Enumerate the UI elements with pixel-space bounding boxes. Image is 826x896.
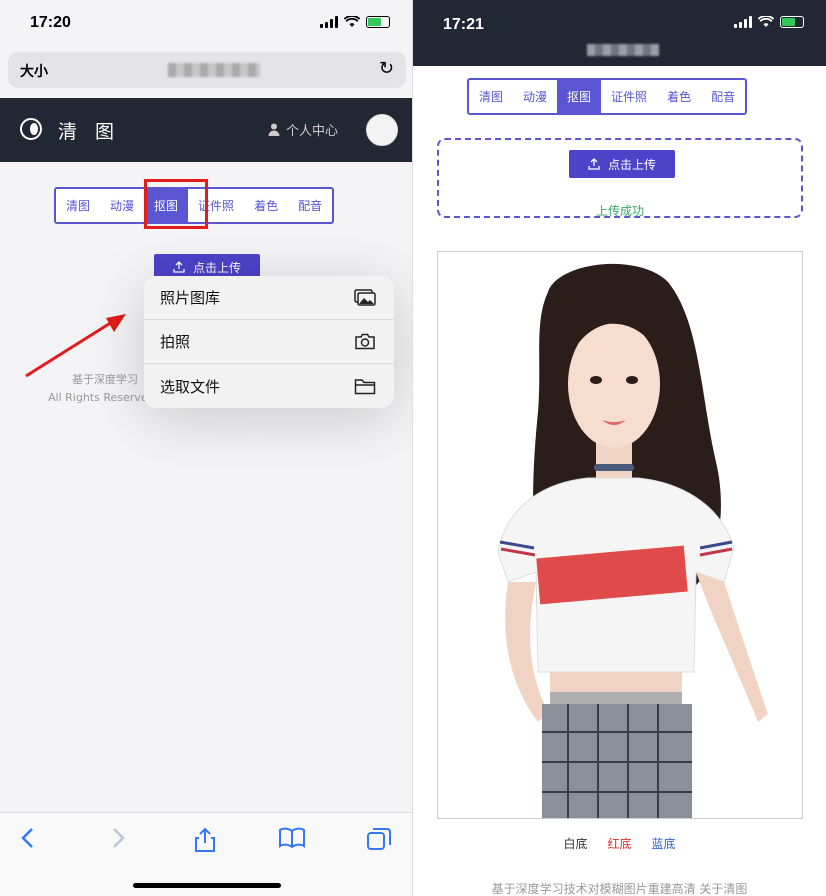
annotation-highlight-box: [144, 179, 208, 229]
site-brand[interactable]: 清 图: [58, 117, 120, 144]
wifi-icon: [758, 16, 774, 27]
bg-option-blue[interactable]: 蓝底: [652, 835, 676, 852]
battery-icon: [366, 16, 390, 28]
user-center-label: 个人中心: [286, 124, 339, 139]
menu-item-label: 拍照: [160, 333, 191, 351]
site-header: 清 图 个人中心: [0, 98, 412, 162]
upload-success-text: 上传成功: [595, 204, 644, 218]
tab-qingtu[interactable]: 清图: [469, 80, 513, 113]
status-time: 17:20: [30, 14, 71, 31]
tab-id-photo[interactable]: 证件照: [601, 80, 657, 113]
upload-label: 点击上传: [607, 157, 656, 172]
url-text-blurred: [168, 63, 260, 77]
upload-icon: [588, 158, 600, 170]
tab-anime[interactable]: 动漫: [513, 80, 557, 113]
status-time: 17:21: [443, 16, 484, 33]
camera-icon: [355, 333, 375, 350]
wifi-icon: [344, 16, 360, 27]
tab-colorize[interactable]: 着色: [244, 189, 288, 222]
photo-library-icon: [354, 289, 376, 306]
annotation-arrow: [25, 314, 126, 378]
status-bar: 17:21: [413, 0, 826, 66]
back-icon[interactable]: [20, 827, 34, 855]
user-center-link[interactable]: 个人中心: [268, 120, 338, 139]
user-icon: [268, 123, 280, 136]
menu-item-label: 选取文件: [160, 377, 221, 396]
reload-icon[interactable]: ↻: [379, 58, 394, 79]
status-bar: 17:20: [0, 0, 412, 48]
tab-anime[interactable]: 动漫: [100, 189, 144, 222]
status-icons: [320, 16, 390, 28]
right-screenshot: 17:21 清图 动漫 抠图 证件照 着色 配音 点击上传 上传成功 白底 红底…: [412, 0, 826, 896]
folder-icon: [354, 378, 376, 394]
feature-tabs: 清图 动漫 抠图 证件照 着色 配音: [467, 78, 748, 115]
home-indicator: [133, 883, 281, 888]
menu-item-take-photo[interactable]: 拍照: [144, 320, 394, 364]
tab-qingtu[interactable]: 清图: [56, 189, 100, 222]
upload-button[interactable]: 点击上传: [569, 150, 675, 178]
text-size-button[interactable]: 大小: [20, 61, 48, 81]
tabs-icon[interactable]: [366, 827, 392, 859]
bg-option-white[interactable]: 白底: [563, 835, 587, 852]
tab-cutout[interactable]: 抠图: [557, 80, 602, 113]
upload-label: 点击上传: [192, 260, 241, 275]
background-color-options: 白底 红底 蓝底: [413, 835, 826, 852]
left-screenshot: 17:20 大小 ↻ 清 图 个人中心 清图 动漫 抠图 证件照 着色 配音 点…: [0, 0, 412, 896]
tab-dubbing[interactable]: 配音: [701, 80, 745, 113]
cutout-result-image: [437, 251, 803, 819]
cellular-signal-icon: [320, 16, 338, 28]
menu-item-choose-file[interactable]: 选取文件: [144, 364, 394, 408]
share-icon[interactable]: [194, 827, 216, 859]
tab-dubbing[interactable]: 配音: [288, 189, 332, 222]
address-bar[interactable]: 大小 ↻: [8, 52, 406, 88]
avatar[interactable]: [366, 114, 398, 146]
status-icons: [734, 16, 804, 28]
bookmarks-icon[interactable]: [278, 827, 306, 855]
forward-icon[interactable]: [112, 827, 126, 855]
upload-dropzone[interactable]: 点击上传 上传成功: [437, 138, 803, 218]
url-text-blurred: [587, 44, 659, 56]
tab-colorize[interactable]: 着色: [657, 80, 701, 113]
footer-text: 基于深度学习技术对模糊图片重建高清 关于清图: [491, 882, 748, 896]
file-picker-menu: 照片图库 拍照 选取文件: [144, 276, 394, 408]
browser-toolbar: [0, 812, 412, 896]
upload-icon: [173, 261, 185, 273]
cellular-signal-icon: [734, 16, 752, 28]
menu-item-label: 照片图库: [160, 289, 221, 307]
site-logo-icon[interactable]: [20, 118, 42, 140]
bg-option-red[interactable]: 红底: [607, 835, 631, 852]
footer-copyright: All Rights Reserve: [48, 391, 148, 404]
person-cutout-illustration: [497, 263, 768, 818]
battery-icon: [780, 16, 804, 28]
menu-item-photo-library[interactable]: 照片图库: [144, 276, 394, 320]
